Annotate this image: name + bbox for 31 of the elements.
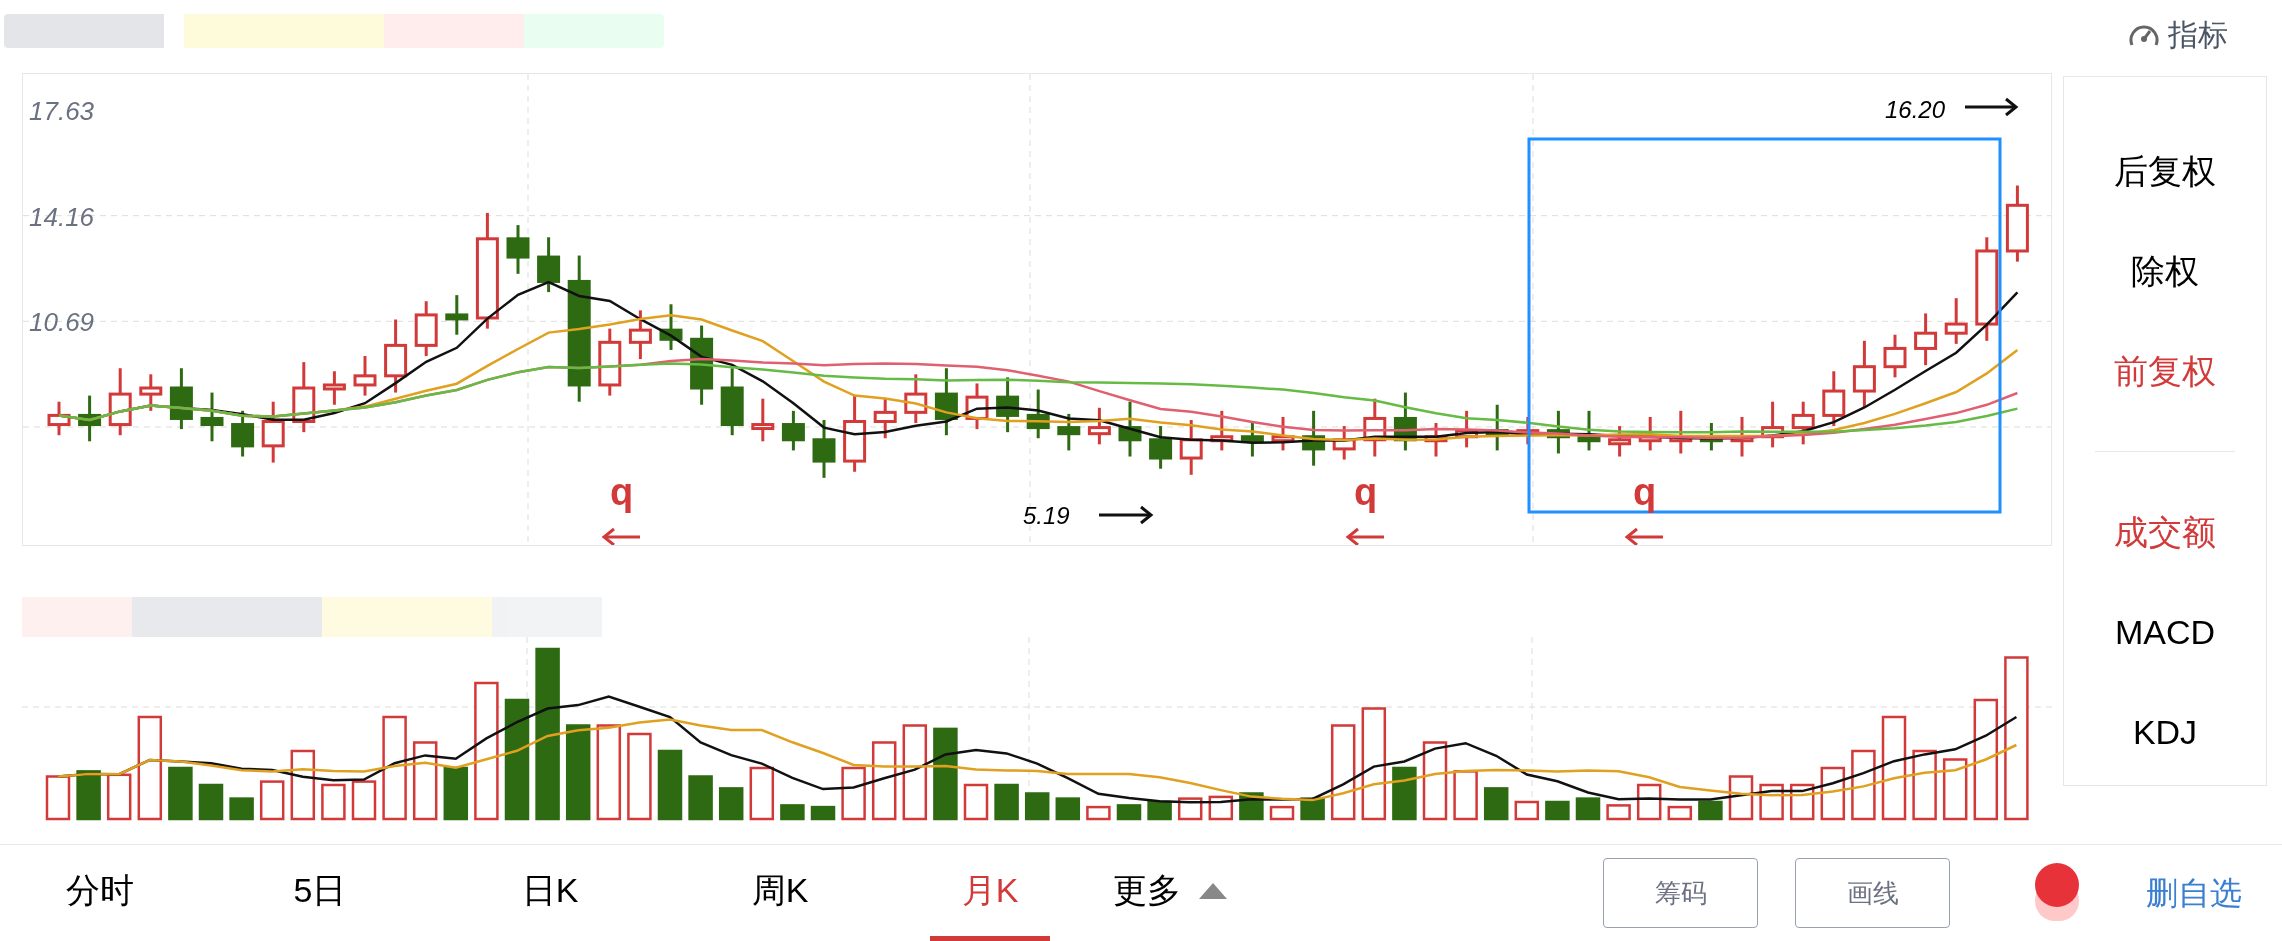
tab[interactable]: 更多 bbox=[1110, 845, 1230, 941]
menu-item[interactable]: MACD bbox=[2114, 582, 2216, 682]
menu-item[interactable]: 后复权 bbox=[2114, 121, 2216, 221]
axis-label: 17.63 bbox=[29, 95, 95, 128]
axis-label: 10.69 bbox=[29, 306, 95, 340]
arrow-icon bbox=[1345, 527, 1384, 545]
arrow-icon bbox=[1624, 527, 1663, 545]
arrow-icon bbox=[1965, 97, 2019, 117]
event-mark: q bbox=[610, 472, 634, 512]
event-mark: q bbox=[1354, 472, 1378, 512]
tab[interactable]: 日K bbox=[490, 845, 610, 941]
arrow-icon bbox=[601, 527, 640, 545]
tab[interactable]: 周K bbox=[720, 845, 840, 941]
axis-label: 14.16 bbox=[29, 200, 95, 234]
caret-icon bbox=[1199, 882, 1227, 899]
menu-item[interactable]: 成交额 bbox=[2114, 482, 2216, 582]
menu-item[interactable]: 前复权 bbox=[2114, 321, 2216, 421]
menu-item[interactable]: KDJ bbox=[2132, 682, 2198, 782]
tab[interactable]: 5日 bbox=[260, 845, 380, 941]
price-annotation: 16.20 bbox=[1885, 95, 1946, 125]
record-dot-icon[interactable] bbox=[2035, 863, 2079, 923]
tab[interactable]: 分时 bbox=[40, 845, 160, 941]
toolbar-button[interactable]: 画线 bbox=[1795, 858, 1950, 928]
price-annotation: 5.19 bbox=[1023, 501, 1070, 531]
tab[interactable]: 月K bbox=[930, 845, 1050, 941]
indicator-button[interactable]: 指标 bbox=[2128, 12, 2228, 57]
toolbar-button[interactable]: 筹码 bbox=[1603, 858, 1758, 928]
event-mark: q bbox=[1633, 472, 1657, 512]
arrow-icon bbox=[1099, 505, 1154, 525]
watchlist-link[interactable]: 删自选 bbox=[2146, 869, 2242, 917]
menu-item[interactable]: 除权 bbox=[2131, 221, 2199, 321]
